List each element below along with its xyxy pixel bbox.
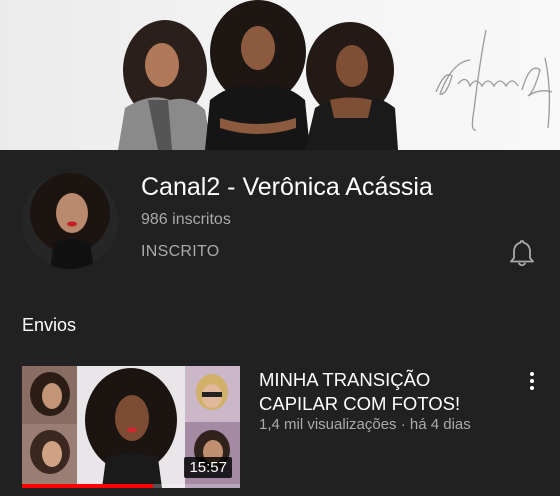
- bell-icon[interactable]: [509, 238, 535, 268]
- banner-person-left: [118, 20, 212, 150]
- uploads-section-title: Envios: [22, 315, 77, 335]
- video-meta: 1,4 mil visualizações · há 4 dias: [259, 416, 471, 433]
- banner-person-center: [205, 0, 310, 150]
- more-dot: [530, 379, 534, 383]
- video-thumbnail[interactable]: 15:57: [22, 366, 240, 488]
- subscriber-count: 986 inscritos: [141, 211, 231, 228]
- banner-artwork: [118, 0, 553, 150]
- channel-name: Canal2 - Verônica Acássia: [141, 173, 433, 201]
- channel-avatar[interactable]: [22, 173, 118, 269]
- video-duration: 15:57: [184, 457, 232, 478]
- more-dot: [530, 386, 534, 390]
- watch-progress-track: [22, 484, 240, 488]
- channel-banner: [0, 0, 560, 150]
- banner-signature: [435, 29, 553, 131]
- subscribed-button[interactable]: INSCRITO: [141, 243, 220, 261]
- video-title[interactable]: MINHA TRANSIÇÃO CAPILAR COM FOTOS!: [259, 368, 509, 416]
- more-dot: [530, 372, 534, 376]
- watch-progress-fill: [22, 484, 153, 488]
- banner-person-right: [305, 22, 398, 150]
- more-vert-icon[interactable]: [522, 370, 542, 392]
